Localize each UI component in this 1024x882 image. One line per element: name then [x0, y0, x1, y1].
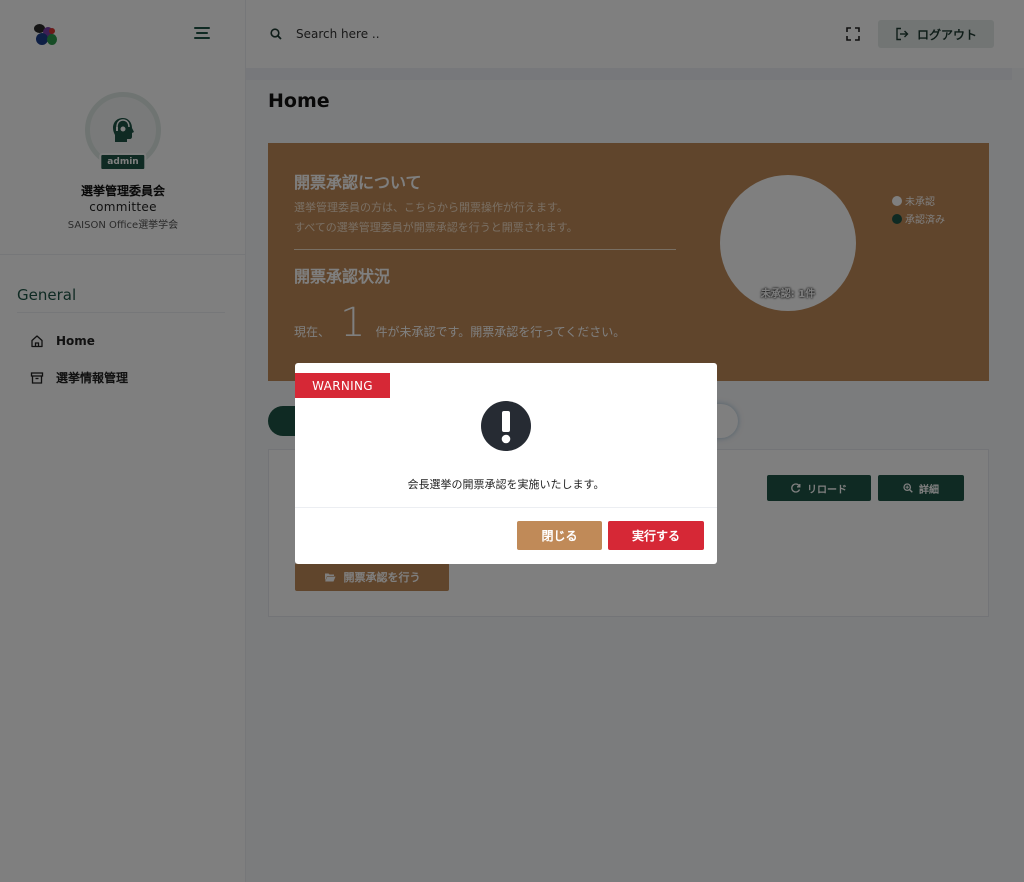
close-button[interactable]: 閉じる — [517, 521, 602, 550]
exclamation-circle-icon — [481, 401, 531, 451]
warning-tag: WARNING — [295, 373, 390, 398]
execute-button[interactable]: 実行する — [608, 521, 704, 550]
warning-dialog: WARNING 会長選挙の開票承認を実施いたします。 閉じる 実行する — [295, 363, 717, 564]
dialog-message: 会長選挙の開票承認を実施いたします。 — [407, 478, 605, 491]
dialog-divider — [295, 507, 717, 508]
